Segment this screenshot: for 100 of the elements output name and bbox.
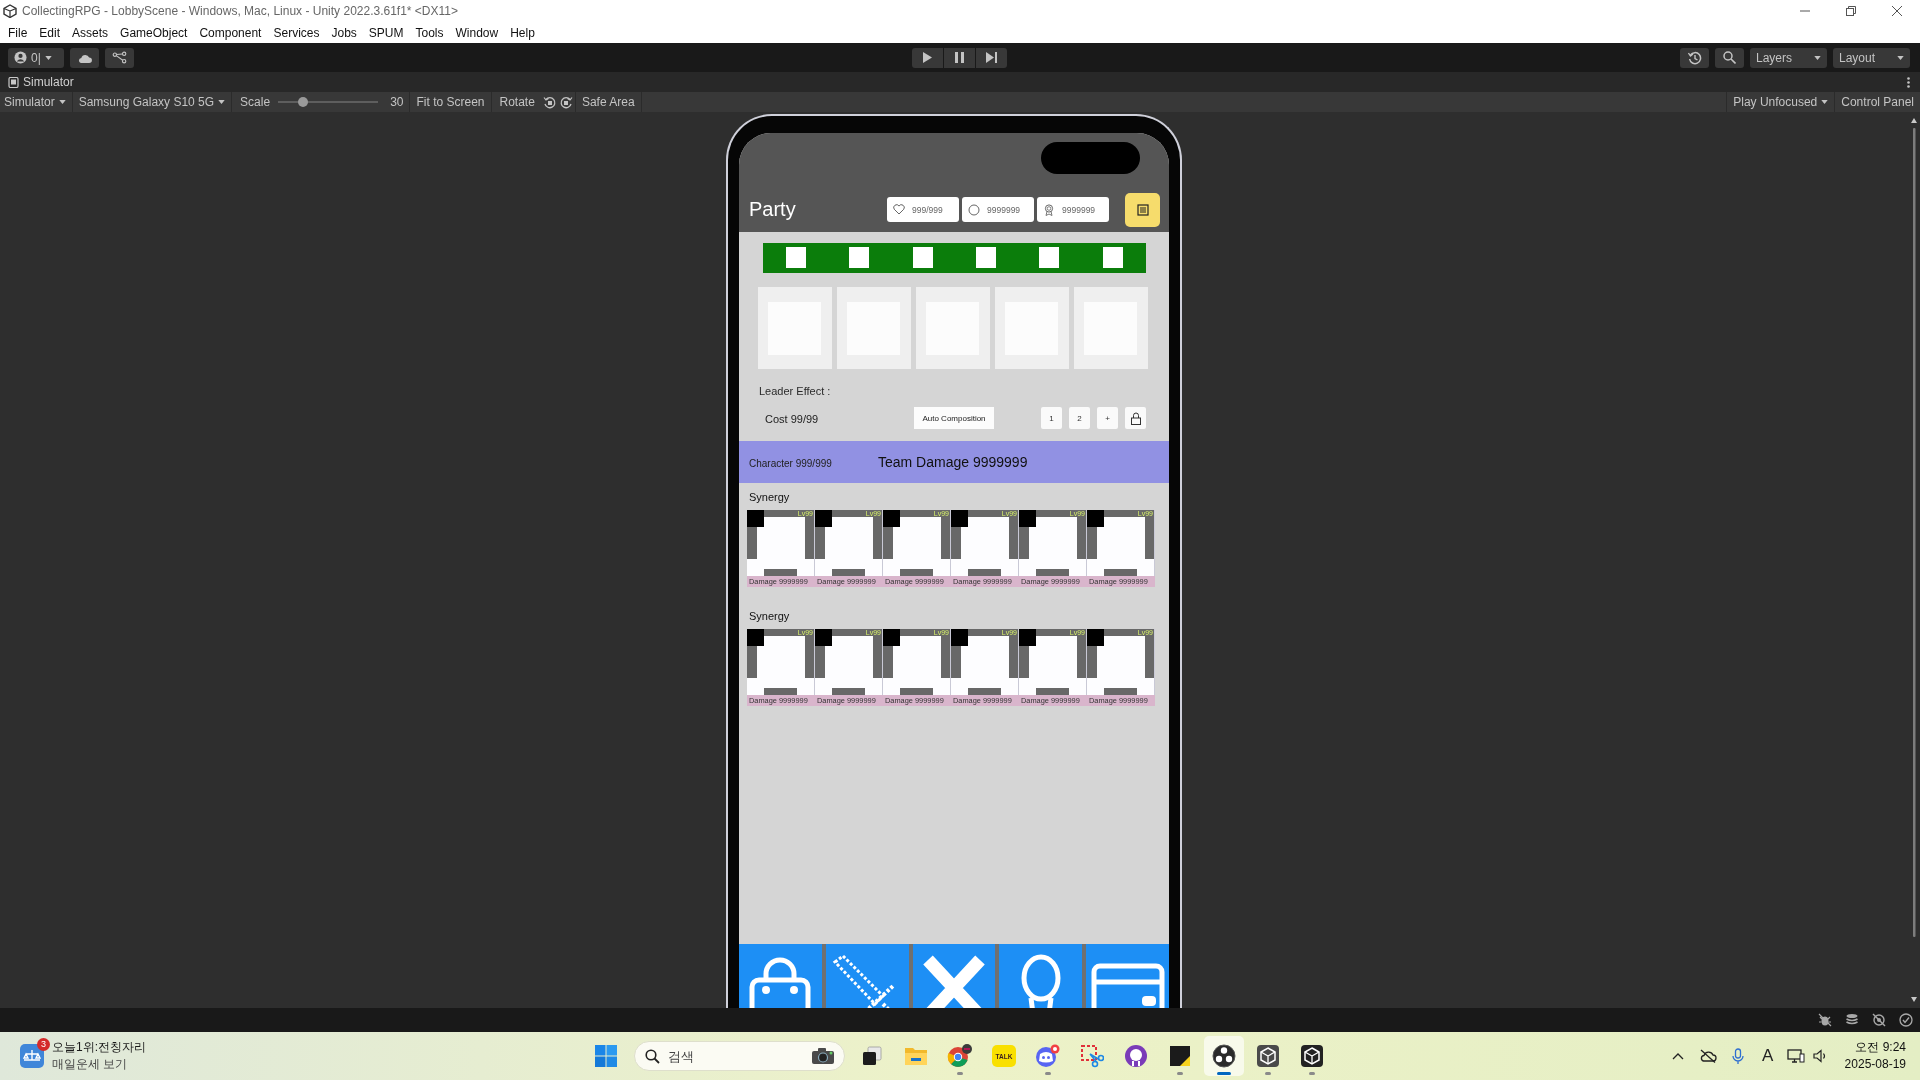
cost-label: Cost 99/99 xyxy=(765,413,819,425)
preset-button[interactable]: 2 xyxy=(1069,407,1090,429)
close-icon xyxy=(1892,6,1902,16)
menu-item[interactable]: SPUM xyxy=(362,23,410,42)
menu-item[interactable]: Services xyxy=(267,23,326,42)
unit-portrait[interactable] xyxy=(1019,510,1087,576)
document-icon xyxy=(1136,203,1149,216)
cube-logo-icon xyxy=(3,4,17,18)
folder-icon xyxy=(904,1045,928,1067)
step-icon xyxy=(985,52,997,63)
resource-value: 9999999 xyxy=(987,204,1021,215)
unit-portrait[interactable] xyxy=(747,510,815,576)
chevron-up-icon xyxy=(1671,1052,1684,1060)
unit-portrait[interactable] xyxy=(951,629,1019,695)
slider-thumb[interactable] xyxy=(298,97,309,107)
clock-button[interactable]: 오전 9:24 2025-08-19 xyxy=(1832,1039,1912,1073)
resource-value: 999/999 xyxy=(912,204,943,215)
search-field[interactable]: 검색 xyxy=(634,1041,845,1071)
menu-item[interactable]: Tools xyxy=(409,23,450,42)
unit-portrait[interactable] xyxy=(1087,629,1155,695)
simulator-tab[interactable]: Simulator xyxy=(8,75,74,89)
heart-icon xyxy=(893,204,905,215)
controller-face-icon xyxy=(1035,1044,1061,1068)
circle-icon xyxy=(968,203,980,216)
window-title: CollectingRPG - LobbyScene - Windows, Mac, Linux - Unity 2022.3.61f1* <DX11> xyxy=(22,4,458,18)
history-icon xyxy=(1687,50,1702,65)
menu-item[interactable]: Edit xyxy=(33,23,67,42)
notification-count: 3 xyxy=(37,1038,50,1051)
synergy-title: Synergy xyxy=(749,491,790,504)
auto-composition-button[interactable]: Auto Composition xyxy=(914,407,994,429)
unit-portrait[interactable] xyxy=(747,629,815,695)
unit-portrait[interactable] xyxy=(815,510,883,576)
circle-logo-icon xyxy=(1212,1044,1236,1068)
microphone-icon xyxy=(1731,1047,1744,1065)
device-icon xyxy=(8,76,19,88)
preset-button[interactable]: 1 xyxy=(1041,407,1062,429)
menu-item[interactable]: Window xyxy=(449,23,505,42)
nav-tab[interactable] xyxy=(739,944,822,1008)
bug-slash-icon xyxy=(1818,1013,1832,1027)
ime-indicator[interactable]: A xyxy=(1752,1036,1783,1076)
caret-icon xyxy=(1814,55,1821,60)
branch-icon xyxy=(112,51,127,64)
unit-portrait[interactable] xyxy=(1019,629,1087,695)
leader-effect-label: Leader Effect : xyxy=(759,385,831,397)
menu-item[interactable]: GameObject xyxy=(114,23,194,42)
pause-button[interactable] xyxy=(943,47,975,68)
more-icon xyxy=(1907,76,1910,88)
scissors-icon xyxy=(1080,1044,1104,1068)
slashed-circle-icon xyxy=(1872,1013,1886,1027)
account-dropdown[interactable]: 0| xyxy=(8,47,64,68)
layers-dropdown[interactable]: Layers xyxy=(1750,47,1827,68)
unit-portrait[interactable] xyxy=(815,629,883,695)
play-button[interactable] xyxy=(911,47,943,68)
nav-tab[interactable] xyxy=(999,944,1083,1008)
menu-item[interactable]: File xyxy=(2,23,34,42)
rotate-left-icon xyxy=(542,95,556,109)
unit-portrait[interactable] xyxy=(951,510,1019,576)
scale-label: Scale xyxy=(239,95,272,109)
menu-button[interactable] xyxy=(1125,192,1160,227)
caret-icon xyxy=(1821,100,1829,104)
task-view-icon xyxy=(861,1045,883,1067)
notes-icon xyxy=(1169,1045,1191,1067)
menu-item[interactable]: Help xyxy=(504,23,541,42)
preset-button[interactable]: + xyxy=(1097,407,1118,429)
unit-portrait[interactable] xyxy=(883,629,951,695)
nav-tab[interactable] xyxy=(912,944,996,1008)
unit-portrait[interactable] xyxy=(1087,510,1155,576)
menu-item[interactable]: Assets xyxy=(66,23,115,42)
team-damage: Team Damage 9999999 xyxy=(878,454,1028,470)
search-icon xyxy=(645,1049,660,1064)
database-icon xyxy=(1845,1013,1859,1027)
camera-icon xyxy=(811,1047,835,1065)
screen-title: Party xyxy=(749,198,796,221)
restore-icon xyxy=(1846,6,1856,16)
step-button[interactable] xyxy=(975,47,1007,68)
resource-value: 9999999 xyxy=(1062,204,1096,215)
search-button[interactable] xyxy=(1715,47,1744,68)
caret-icon xyxy=(58,100,66,104)
windows-logo-icon xyxy=(595,1045,617,1067)
lock-button[interactable] xyxy=(1125,407,1146,429)
rotate-right-icon xyxy=(559,95,573,109)
cloud-slash-icon xyxy=(1698,1049,1717,1063)
nav-tab[interactable] xyxy=(1086,944,1169,1008)
medal-icon xyxy=(1043,203,1055,216)
taskbar-app[interactable] xyxy=(1204,1036,1244,1076)
pause-icon xyxy=(954,52,964,63)
search-icon xyxy=(1723,51,1736,64)
character-count: Character 999/999 xyxy=(749,458,832,469)
cloud-button[interactable] xyxy=(70,47,99,68)
layout-dropdown[interactable]: Layout xyxy=(1833,47,1910,68)
caret-icon xyxy=(218,100,226,104)
history-button[interactable] xyxy=(1680,47,1709,68)
unit-portrait[interactable] xyxy=(883,510,951,576)
branch-button[interactable] xyxy=(105,47,134,68)
menu-item[interactable]: Jobs xyxy=(325,23,363,42)
rotate-label: Rotate xyxy=(498,95,536,109)
fortune-widget[interactable]: 3 오늘1위:전칭자리 매일운세 보기 xyxy=(16,1037,150,1075)
menu-item[interactable]: Component xyxy=(193,23,268,42)
nav-tab[interactable] xyxy=(825,944,909,1008)
play-icon xyxy=(922,52,932,63)
